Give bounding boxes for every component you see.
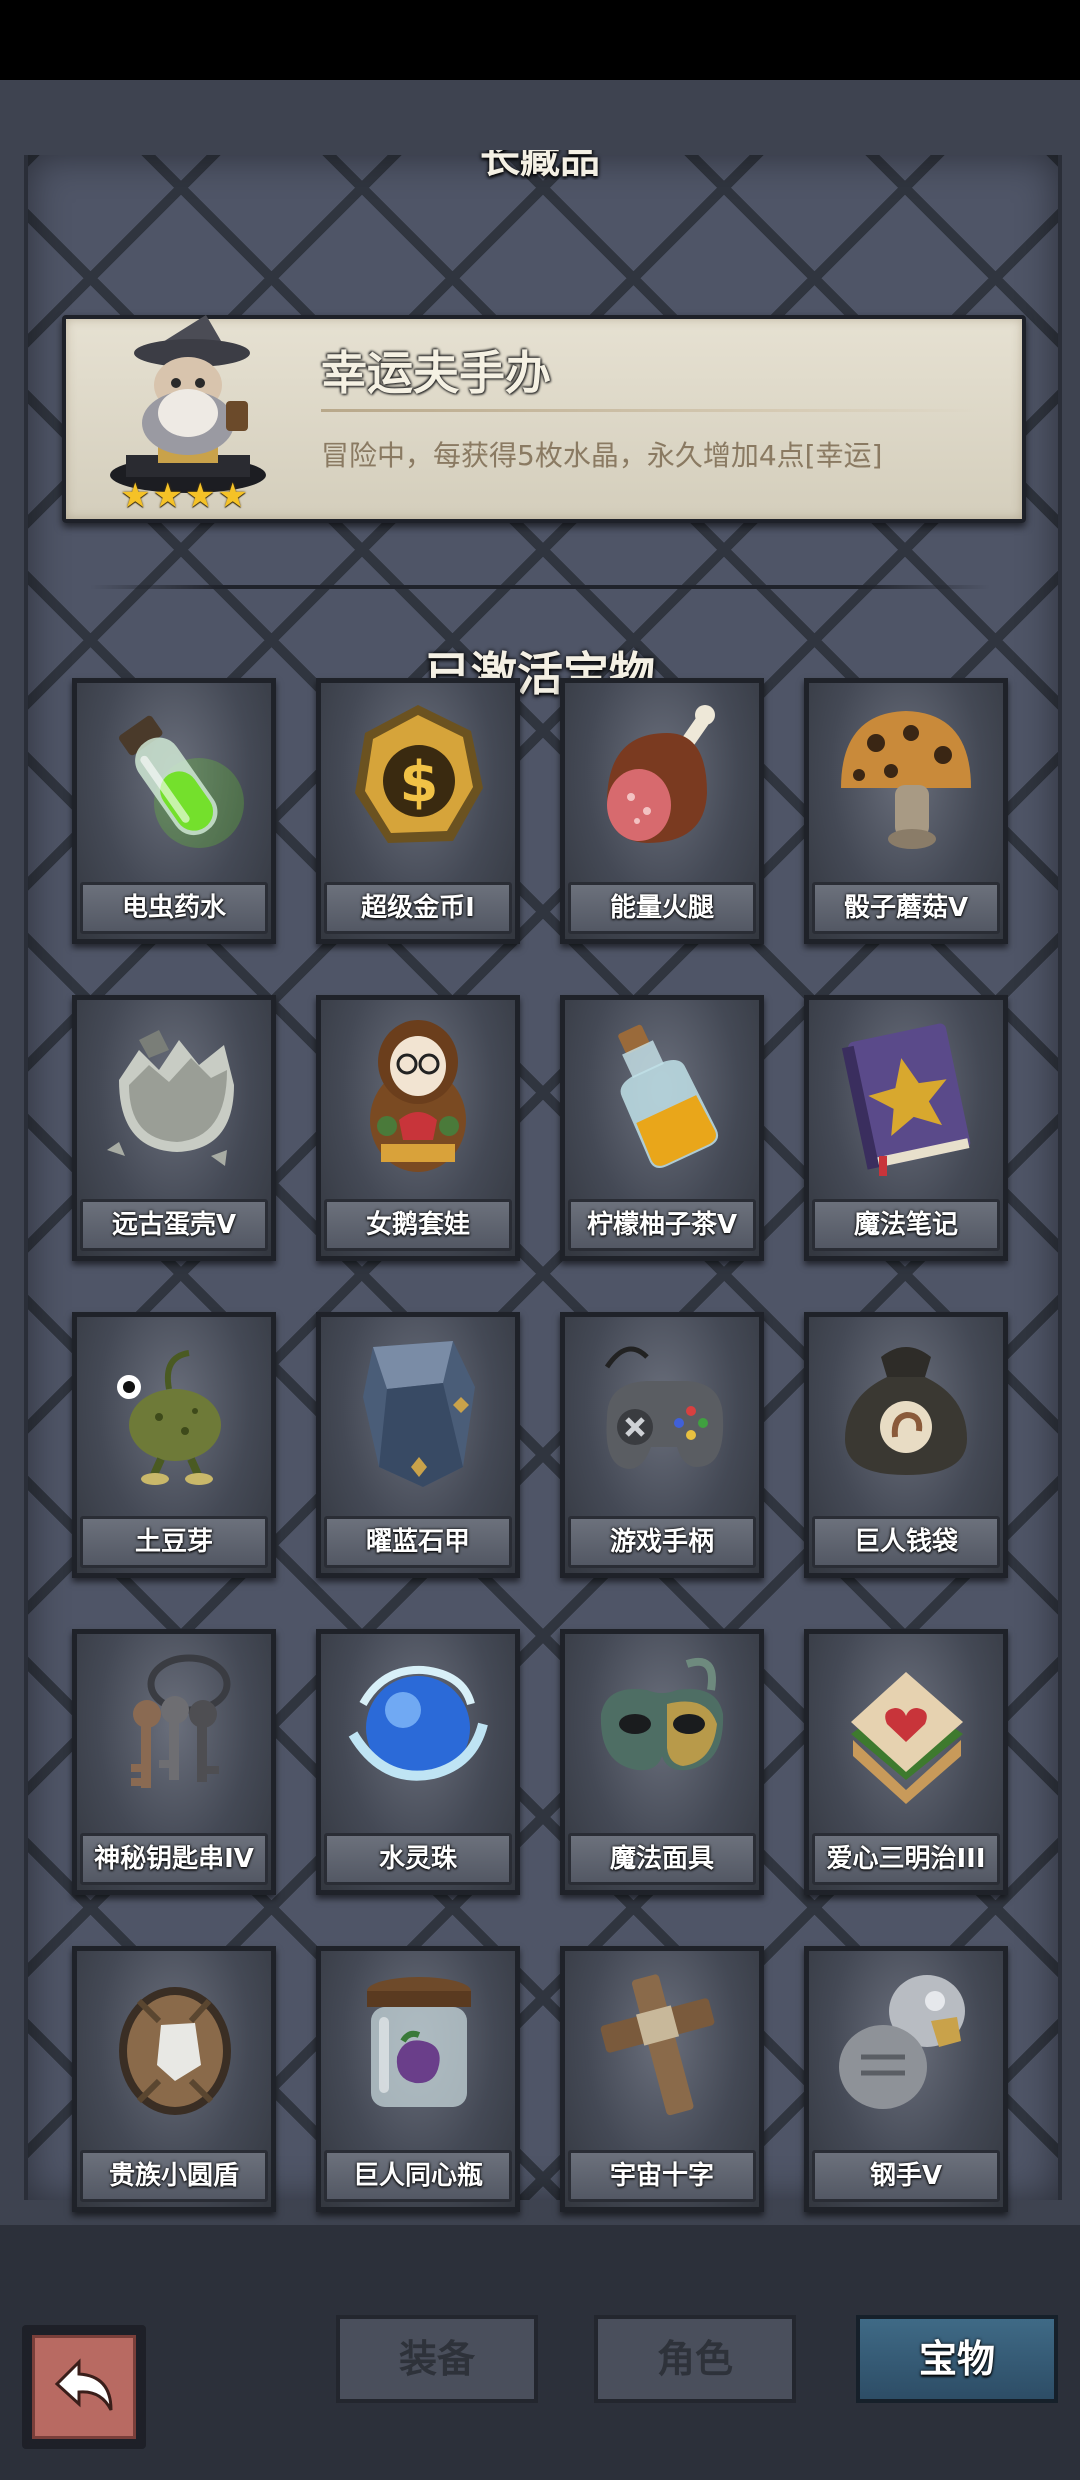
featured-treasure-name: 幸运夫手办 — [321, 346, 551, 400]
section-divider — [90, 585, 990, 589]
treasure-card[interactable]: 魔法笔记 — [804, 995, 1008, 1261]
treasure-card[interactable]: 宇宙十字 — [560, 1946, 764, 2212]
back-arrow-icon — [54, 2358, 113, 2411]
sandwich-icon — [851, 1672, 963, 1804]
back-button[interactable] — [22, 2325, 146, 2449]
featured-treasure-description: 冒险中，每获得5枚水晶，永久增加4点[幸运] — [321, 439, 883, 472]
treasure-label: 水灵珠 — [324, 1833, 512, 1885]
svg-text:$: $ — [400, 750, 439, 815]
armor-icon — [363, 1341, 475, 1487]
treasure-label: 柠檬柚子茶V — [568, 1199, 756, 1251]
treasure-card[interactable]: 魔法面具 — [560, 1629, 764, 1895]
treasure-label: 电虫药水 — [80, 882, 268, 934]
steel-gauntlet-icon — [839, 1975, 965, 2109]
mask-icon — [600, 1657, 724, 1771]
treasure-card[interactable]: 女鹅套娃 — [316, 995, 520, 1261]
gamepad-icon — [604, 1346, 724, 1469]
treasure-label: 曜蓝石甲 — [324, 1516, 512, 1568]
treasure-label: 超级金币I — [324, 882, 512, 934]
gold-coin-icon: $ — [355, 705, 483, 843]
dice-mushroom-icon — [841, 711, 971, 849]
treasure-card[interactable]: 土豆芽 — [72, 1312, 276, 1578]
star-icon: ★ — [217, 476, 248, 516]
green-potion-icon — [119, 715, 244, 848]
treasure-label: 游戏手柄 — [568, 1516, 756, 1568]
star-icon: ★ — [152, 476, 183, 516]
tab-character[interactable]: 角色 — [594, 2315, 796, 2403]
egg-shell-icon — [107, 1030, 234, 1166]
treasure-card[interactable]: 骰子蘑菇V — [804, 678, 1008, 944]
potato-sprout-icon — [117, 1350, 221, 1485]
money-bag-icon — [845, 1347, 967, 1475]
water-orb-icon — [348, 1665, 488, 1781]
jar-icon — [367, 1977, 471, 2107]
treasure-card[interactable]: 巨人同心瓶 — [316, 1946, 520, 2212]
treasure-label: 远古蛋壳V — [80, 1199, 268, 1251]
treasure-label: 神秘钥匙串IV — [80, 1833, 268, 1885]
treasure-label: 魔法笔记 — [812, 1199, 1000, 1251]
treasure-label: 骰子蘑菇V — [812, 882, 1000, 934]
treasure-card[interactable]: 爱心三明治III — [804, 1629, 1008, 1895]
treasure-label: 魔法面具 — [568, 1833, 756, 1885]
treasure-card[interactable]: 水灵珠 — [316, 1629, 520, 1895]
star-icon: ★ — [120, 476, 151, 516]
treasure-screen: 长藏品 ★ ★ ★ ★ 幸运夫手办 冒险中，每获得5枚水晶，永久增加4点[幸运]… — [0, 80, 1080, 2480]
treasure-card[interactable]: 能量火腿 — [560, 678, 764, 944]
keys-icon — [131, 1654, 231, 1788]
treasure-card[interactable]: 电虫药水 — [72, 678, 276, 944]
treasure-label: 宇宙十字 — [568, 2150, 756, 2202]
spellbook-icon — [841, 1023, 971, 1176]
treasure-card[interactable]: 曜蓝石甲 — [316, 1312, 520, 1578]
status-bar — [0, 0, 1080, 80]
treasure-card[interactable]: 游戏手柄 — [560, 1312, 764, 1578]
treasure-label: 巨人同心瓶 — [324, 2150, 512, 2202]
shield-icon — [119, 1987, 231, 2115]
tab-treasure[interactable]: 宝物 — [856, 2315, 1058, 2403]
tea-bottle-icon — [618, 1024, 719, 1168]
tab-equipment[interactable]: 装备 — [336, 2315, 538, 2403]
treasure-label: 土豆芽 — [80, 1516, 268, 1568]
treasure-label: 爱心三明治III — [812, 1833, 1000, 1885]
treasure-label: 巨人钱袋 — [812, 1516, 1000, 1568]
wizard-figurine-icon — [110, 315, 266, 493]
treasure-card[interactable]: 贵族小圆盾 — [72, 1946, 276, 2212]
cross-icon — [600, 1974, 715, 2116]
nesting-doll-icon — [370, 1020, 466, 1172]
treasure-card[interactable]: 钢手V — [804, 1946, 1008, 2212]
treasure-card[interactable]: 神秘钥匙串IV — [72, 1629, 276, 1895]
treasure-label: 女鹅套娃 — [324, 1199, 512, 1251]
star-icon: ★ — [184, 476, 216, 516]
featured-treasure-card[interactable]: ★ ★ ★ ★ 幸运夫手办 冒险中，每获得5枚水晶，永久增加4点[幸运] — [62, 315, 1026, 523]
panel-title-partial: 长藏品 — [480, 150, 600, 180]
treasure-card[interactable]: 柠檬柚子茶V — [560, 995, 764, 1261]
treasure-label: 钢手V — [812, 2150, 1000, 2202]
treasure-card[interactable]: $ 超级金币I — [316, 678, 520, 944]
treasure-label: 贵族小圆盾 — [80, 2150, 268, 2202]
treasure-label: 能量火腿 — [568, 882, 756, 934]
star-rating: ★ ★ ★ ★ — [120, 479, 248, 513]
treasure-card[interactable]: 远古蛋壳V — [72, 995, 276, 1261]
ham-icon — [607, 705, 715, 843]
featured-divider — [321, 409, 981, 412]
treasure-card[interactable]: 巨人钱袋 — [804, 1312, 1008, 1578]
